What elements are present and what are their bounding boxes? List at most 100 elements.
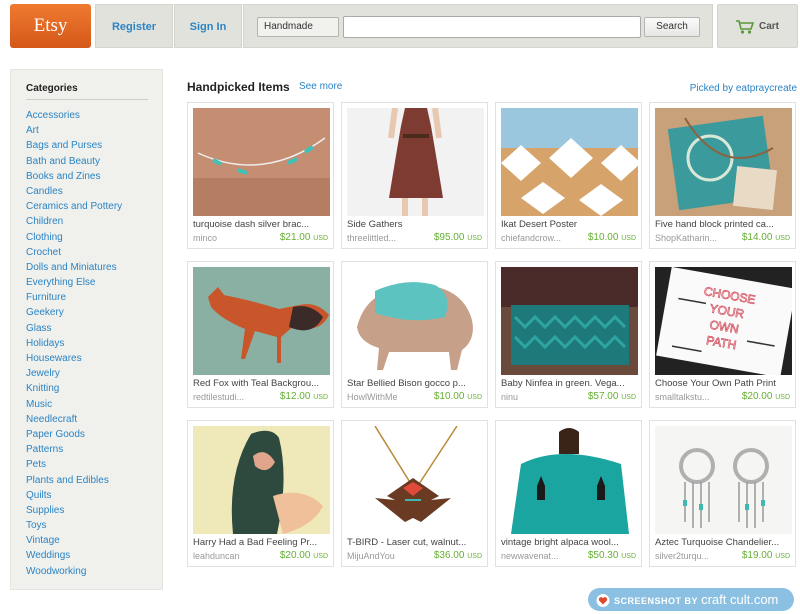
listing-image[interactable] [193,108,330,216]
sign-in-tab[interactable]: Sign In [174,4,242,48]
shop-name[interactable]: minco [193,233,273,243]
listing-image[interactable] [501,108,638,216]
listing-card[interactable]: CHOOSE YOUR OWN PATH Choose Your Own Path Pr… [649,261,796,408]
price-amount: $95.00 [433,232,465,243]
listing-title[interactable]: Aztec Turquoise Chandelier... [655,537,793,548]
price-amount: $12.00 [279,391,311,402]
search-button[interactable]: Search [644,17,700,37]
category-link[interactable]: Weddings [26,548,122,563]
category-link[interactable]: Knitting [26,381,122,396]
category-link[interactable]: Jewelry [26,366,122,381]
listing-card[interactable]: turquoise dash silver brac... minco $21.00… [187,102,334,249]
cart-button[interactable]: Cart [717,4,798,48]
listing-image[interactable]: CHOOSE YOUR OWN PATH [655,267,792,375]
listing-card[interactable]: Red Fox with Teal Backgrou... redtilestud… [187,261,334,408]
etsy-logo[interactable]: Etsy [10,4,91,48]
listing-title[interactable]: Red Fox with Teal Backgrou... [193,378,331,389]
see-more-link[interactable]: See more [299,81,342,92]
category-link[interactable]: Quilts [26,488,122,503]
listing-title[interactable]: vintage bright alpaca wool... [501,537,639,548]
listing-title[interactable]: Harry Had a Bad Feeling Pr... [193,537,331,548]
price-amount: $50.30 [587,550,619,561]
category-link[interactable]: Music [26,397,122,412]
listing-card[interactable]: T-BIRD - Laser cut, walnut... MijuAndYou $… [341,420,488,567]
category-link[interactable]: Vintage [26,533,122,548]
category-link[interactable]: Toys [26,518,122,533]
category-link[interactable]: Art [26,123,122,138]
shop-name[interactable]: redtilestudi... [193,392,273,402]
listing-card[interactable]: Five hand block printed ca... ShopKathari… [649,102,796,249]
listing-title[interactable]: Star Bellied Bison gocco p... [347,378,485,389]
shop-name[interactable]: ShopKatharin... [655,233,735,243]
category-link[interactable]: Dolls and Miniatures [26,260,122,275]
listing-title[interactable]: T-BIRD - Laser cut, walnut... [347,537,485,548]
shop-name[interactable]: HowlWithMe [347,392,427,402]
picked-by-link[interactable]: Picked by eatpraycreate [690,83,797,94]
listing-card[interactable]: Aztec Turquoise Chandelier... silver2turq… [649,420,796,567]
shop-name[interactable]: newwavenat... [501,551,581,561]
listing-title[interactable]: Choose Your Own Path Print [655,378,793,389]
shop-name[interactable]: MijuAndYou [347,551,427,561]
listing-card[interactable]: Ikat Desert Poster chiefandcrow... $10.00 … [495,102,642,249]
category-link[interactable]: Woodworking [26,564,122,579]
shop-name[interactable]: smalltalkstu... [655,392,735,402]
category-link[interactable]: Clothing [26,230,122,245]
category-link[interactable]: Accessories [26,108,122,123]
listing-card[interactable]: Side Gathers threelittled... $95.00 USD [341,102,488,249]
listing-price: $36.00 USD [434,550,482,561]
category-link[interactable]: Candles [26,184,122,199]
price-currency: USD [775,235,790,242]
category-link[interactable]: Bath and Beauty [26,154,122,169]
listing-image[interactable] [193,426,330,534]
categories-sidebar: Categories Accessories Art Bags and Purses… [10,69,163,590]
category-link[interactable]: Needlecraft [26,412,122,427]
category-link[interactable]: Crochet [26,245,122,260]
price-amount: $20.00 [279,550,311,561]
shop-name[interactable]: ninu [501,392,581,402]
listing-title[interactable]: Side Gathers [347,219,485,230]
shop-name[interactable]: leahduncan [193,551,273,561]
listing-title[interactable]: Ikat Desert Poster [501,219,639,230]
listing-card[interactable]: Harry Had a Bad Feeling Pr... leahduncan $… [187,420,334,567]
category-link[interactable]: Glass [26,321,122,336]
search-category-select[interactable]: Handmade [257,17,339,37]
category-link[interactable]: Patterns [26,442,122,457]
listing-image[interactable] [501,267,638,375]
listing-image[interactable] [655,108,792,216]
register-link[interactable]: Register [96,5,172,49]
category-link[interactable]: Paper Goods [26,427,122,442]
listing-card[interactable]: Baby Ninfea in green. Vega... ninu $57.00 … [495,261,642,408]
listing-image[interactable] [347,267,484,375]
category-link[interactable]: Books and Zines [26,169,122,184]
listing-title[interactable]: Five hand block printed ca... [655,219,793,230]
listing-card[interactable]: Star Bellied Bison gocco p... HowlWithMe $… [341,261,488,408]
register-tab[interactable]: Register [95,4,173,48]
shop-name[interactable]: threelittled... [347,233,427,243]
listing-title[interactable]: Baby Ninfea in green. Vega... [501,378,639,389]
listing-image[interactable] [655,426,792,534]
listing-title[interactable]: turquoise dash silver brac... [193,219,331,230]
search-input[interactable] [343,16,641,38]
category-link[interactable]: Pets [26,457,122,472]
category-link[interactable]: Furniture [26,290,122,305]
shop-name[interactable]: silver2turqu... [655,551,735,561]
category-link[interactable]: Bags and Purses [26,138,122,153]
category-link[interactable]: Housewares [26,351,122,366]
price-amount: $19.00 [741,550,773,561]
sign-in-link[interactable]: Sign In [175,5,241,49]
category-link[interactable]: Supplies [26,503,122,518]
listing-image[interactable] [501,426,638,534]
listing-card[interactable]: vintage bright alpaca wool... newwavenat.… [495,420,642,567]
category-link[interactable]: Geekery [26,305,122,320]
listing-price: $57.00 USD [588,391,636,402]
listing-image[interactable] [193,267,330,375]
category-link[interactable]: Ceramics and Pottery [26,199,122,214]
category-link[interactable]: Holidays [26,336,122,351]
listing-image[interactable] [347,426,484,534]
category-link[interactable]: Everything Else [26,275,122,290]
price-currency: USD [621,553,636,560]
category-link[interactable]: Children [26,214,122,229]
category-link[interactable]: Plants and Edibles [26,473,122,488]
listing-image[interactable] [347,108,484,216]
shop-name[interactable]: chiefandcrow... [501,233,581,243]
